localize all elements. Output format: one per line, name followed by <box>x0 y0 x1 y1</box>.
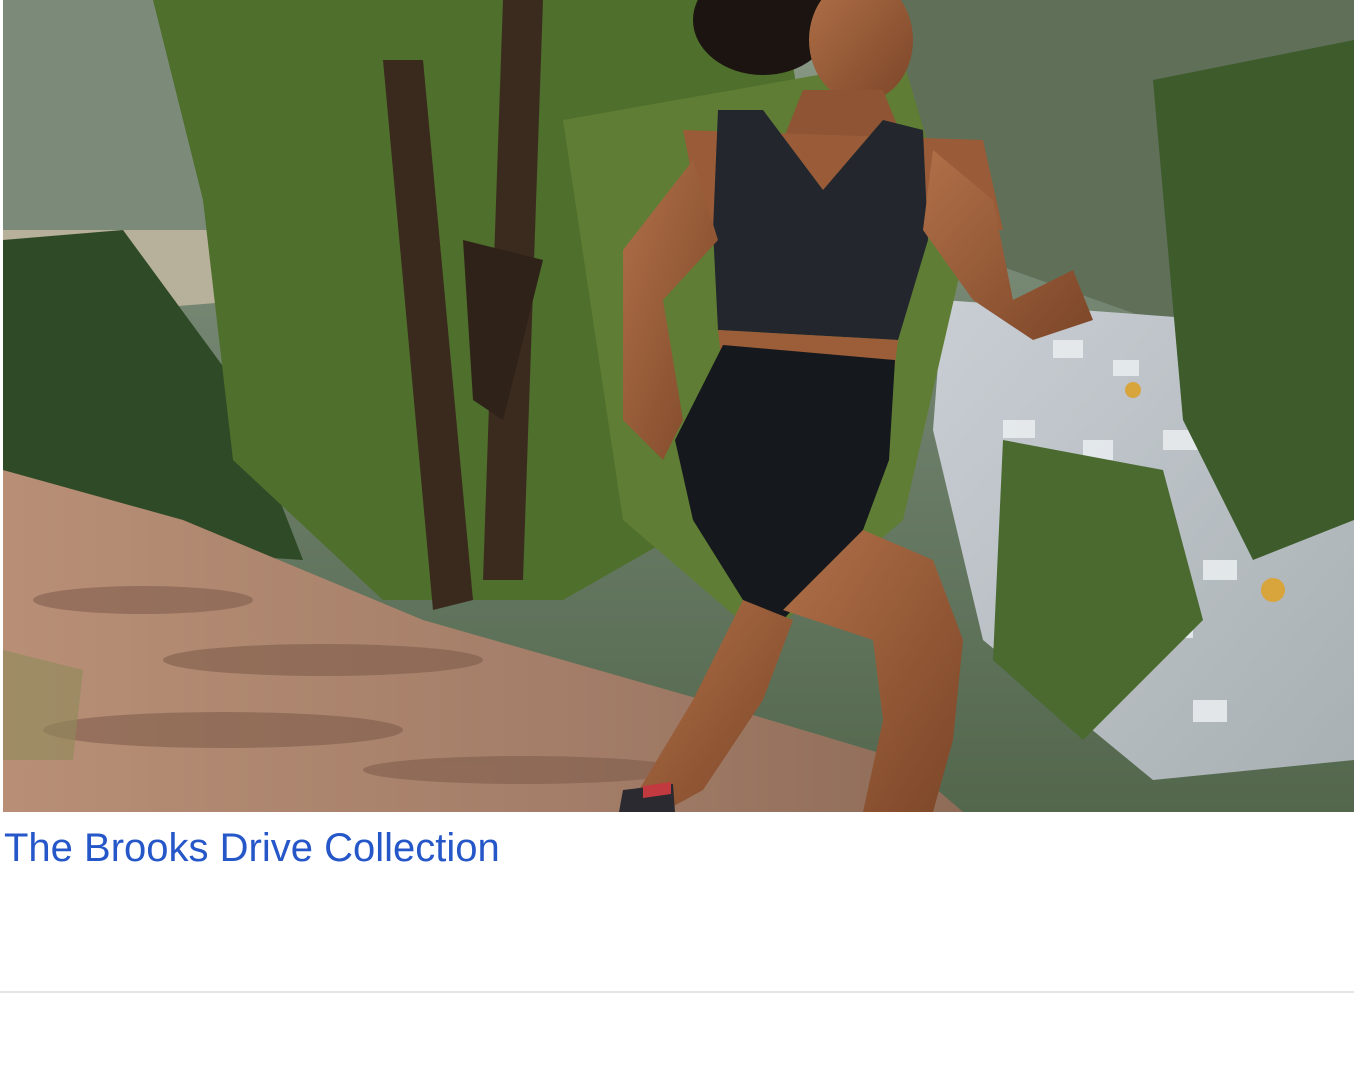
collection-title-link[interactable]: The Brooks Drive Collection <box>4 824 500 872</box>
hero-photo-runner-on-trail <box>3 0 1354 812</box>
promo-card-page: The Brooks Drive Collection <box>0 0 1354 1079</box>
hero-image-link[interactable] <box>3 0 1354 812</box>
section-divider <box>0 991 1354 993</box>
